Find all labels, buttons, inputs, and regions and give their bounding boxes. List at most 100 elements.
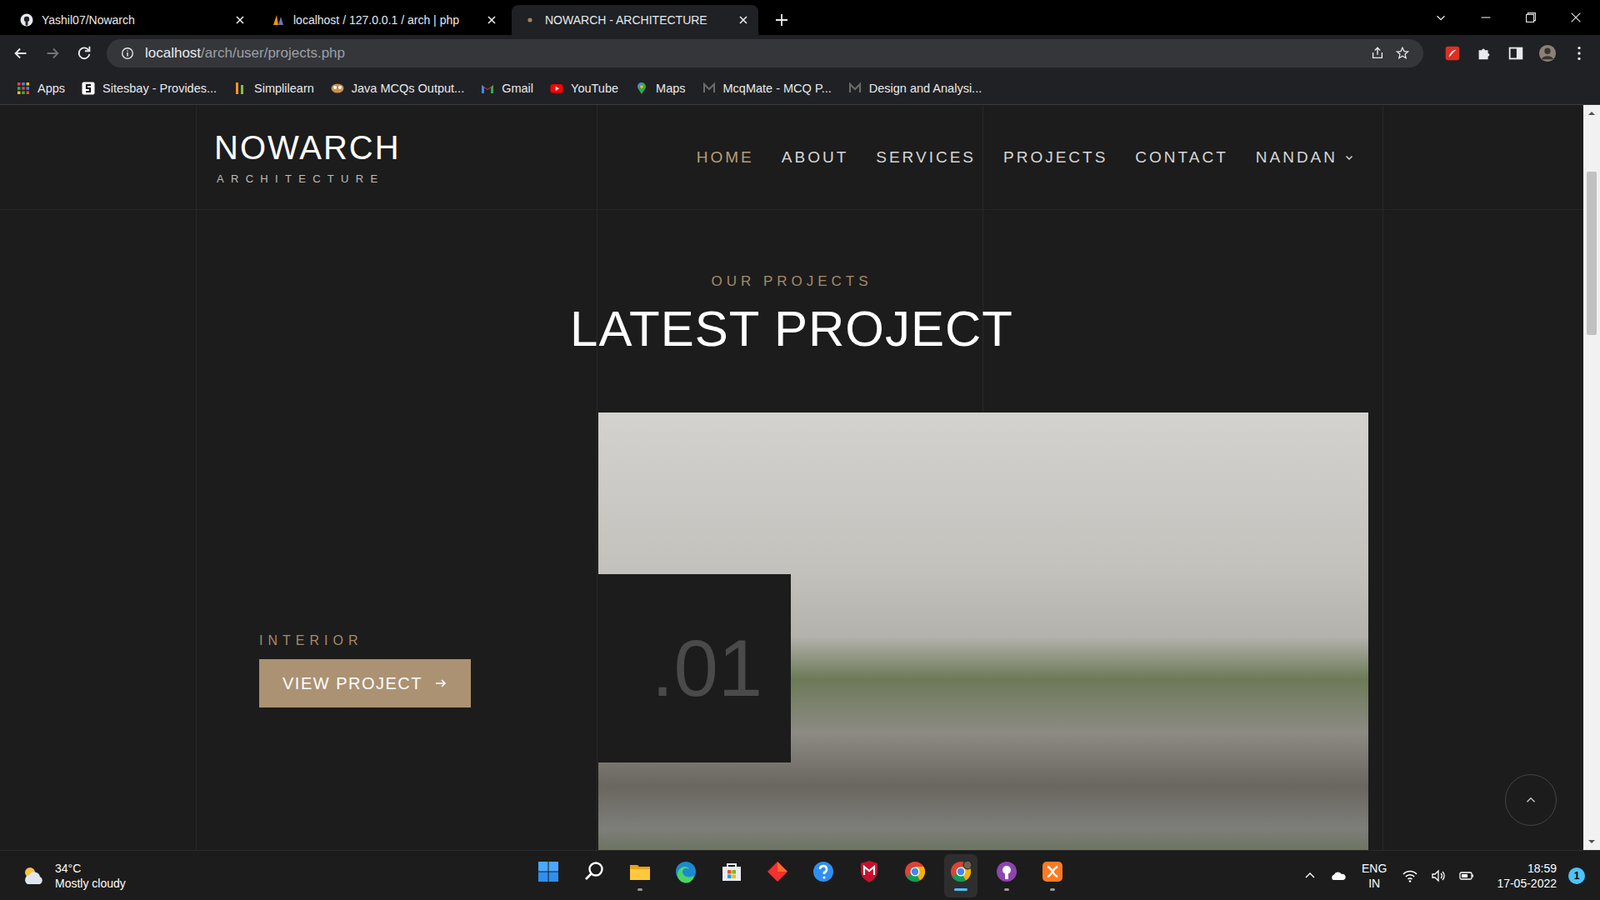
browser-tab[interactable]: Yashil07/Nowarch [8, 5, 255, 35]
windows-start-icon [536, 860, 560, 884]
sitesbay-icon [81, 81, 95, 95]
close-icon[interactable] [485, 13, 499, 27]
battery-icon[interactable] [1458, 867, 1475, 885]
system-tray: ENGIN 18:5917-05-2022 1 [1069, 860, 1600, 891]
nav-label: HOME [696, 148, 755, 167]
url-text: localhost/arch/user/projects.php [145, 45, 1360, 62]
project-row: INTERIOR VIEW PROJECT .01 [0, 412, 1584, 850]
reload-icon[interactable] [75, 44, 94, 63]
nav-link[interactable]: CONTACT [1135, 148, 1228, 167]
scroll-down-icon[interactable] [1583, 833, 1600, 850]
scroll-top-button[interactable] [1505, 774, 1557, 826]
page-dot-icon [523, 13, 537, 27]
bookmark[interactable]: Apps [16, 81, 65, 95]
running-indicator [1050, 888, 1055, 891]
nav-link[interactable]: HOME [696, 148, 755, 167]
nav-label: PROJECTS [1003, 148, 1108, 167]
close-icon[interactable] [233, 13, 247, 27]
site-logo[interactable]: NOWARCHARCHITECTURE [214, 130, 401, 185]
bookmark-label: Gmail [501, 81, 534, 95]
taskbar-app[interactable] [1035, 854, 1070, 898]
nav-link[interactable]: SERVICES [875, 148, 976, 167]
youtube-icon [550, 81, 564, 95]
taskbar-app[interactable] [715, 854, 749, 898]
bookmark[interactable]: Maps [635, 81, 685, 95]
taskbar-app[interactable] [669, 854, 703, 898]
bookmark-label: McqMate - MCQ P... [723, 81, 832, 95]
xampp-icon [1040, 860, 1065, 884]
browser-tab[interactable]: NOWARCH - ARCHITECTURE [511, 5, 759, 35]
bookmark[interactable]: McqMate - MCQ P... [702, 81, 832, 95]
chevron-down-icon[interactable] [1433, 10, 1449, 25]
close-icon[interactable] [736, 13, 750, 27]
share-icon[interactable] [1370, 45, 1385, 61]
minimize-icon[interactable] [1478, 10, 1494, 25]
scrollbar[interactable] [1583, 105, 1600, 850]
chevron-up-icon [1523, 792, 1539, 808]
taskbar-app[interactable] [852, 854, 886, 898]
profile-avatar-icon[interactable] [1538, 44, 1557, 63]
language-region: IN [1368, 875, 1380, 891]
mcafee-shield-icon [857, 860, 881, 884]
bookmark[interactable]: Design and Analysi... [848, 81, 982, 95]
scrollbar-thumb[interactable] [1586, 171, 1597, 335]
project-category: INTERIOR [259, 632, 363, 650]
tab-label: NOWARCH - ARCHITECTURE [545, 13, 708, 27]
close-icon[interactable] [1568, 10, 1584, 25]
nav-link[interactable]: NANDAN [1255, 148, 1355, 167]
chevron-down-icon [1344, 152, 1355, 163]
onedrive-cloud-icon[interactable] [1330, 867, 1347, 885]
address-bar[interactable]: localhost/arch/user/projects.php [106, 39, 1424, 68]
nav-link[interactable]: PROJECTS [1003, 148, 1108, 167]
logo-name: NOWARCH [214, 130, 401, 165]
taskbar-app[interactable] [898, 854, 932, 898]
tab-label: Yashil07/Nowarch [41, 13, 135, 27]
bookmark[interactable]: Gmail [480, 81, 534, 95]
clock[interactable]: 18:5917-05-2022 [1486, 860, 1557, 891]
chevron-up-icon[interactable] [1301, 867, 1319, 885]
taskbar-app[interactable] [623, 854, 657, 898]
taskbar-app[interactable] [944, 854, 978, 898]
weather-widget[interactable]: 34°CMostly cloudy [0, 860, 532, 891]
project-photo[interactable]: .01 [598, 412, 1369, 850]
taskbar-app[interactable] [760, 854, 795, 898]
scrollbar-track[interactable] [1583, 121, 1600, 834]
taskbar-app[interactable] [990, 854, 1024, 898]
taskbar-app[interactable] [577, 854, 611, 898]
menu-dots-icon[interactable] [1570, 44, 1589, 63]
bookmark[interactable]: Sitesbay - Provides... [81, 81, 217, 95]
scroll-up-icon[interactable] [1583, 105, 1600, 122]
side-panel-icon[interactable] [1506, 44, 1525, 63]
back-arrow-icon[interactable] [11, 44, 30, 63]
maps-pin-icon [635, 81, 649, 95]
mcqmate-icon [848, 81, 862, 95]
store-icon [720, 860, 744, 884]
tab-strip: Yashil07/Nowarch localhost / 127.0.0.1 / … [0, 0, 1600, 35]
weather-temperature: 34°C [55, 860, 126, 876]
bookmark[interactable]: Simplilearn [233, 81, 315, 95]
forward-arrow-icon[interactable] [43, 44, 62, 63]
wifi-icon[interactable] [1401, 867, 1419, 885]
language-indicator[interactable]: ENGIN [1358, 860, 1390, 891]
toolbar: localhost/arch/user/projects.php [0, 35, 1600, 72]
nav-link[interactable]: ABOUT [781, 148, 849, 167]
view-project-button[interactable]: VIEW PROJECT [259, 659, 471, 708]
browser-tab[interactable]: localhost / 127.0.0.1 / arch | php [260, 5, 507, 35]
restore-icon[interactable] [1523, 10, 1539, 25]
info-icon[interactable] [120, 45, 135, 61]
puzzle-icon[interactable] [1475, 44, 1494, 63]
project-info: INTERIOR VIEW PROJECT [0, 412, 599, 850]
taskbar-app[interactable] [531, 854, 565, 898]
taskbar-app[interactable] [806, 854, 840, 898]
bookmark[interactable]: YouTube [550, 81, 619, 95]
phpmyadmin-icon [271, 13, 285, 27]
pdf-extension-icon[interactable] [1443, 44, 1462, 63]
plus-icon[interactable] [773, 11, 790, 29]
running-indicator [954, 888, 968, 891]
nav-label: ABOUT [781, 148, 849, 167]
bookmark[interactable]: Java MCQs Output... [330, 81, 465, 95]
volume-icon[interactable] [1430, 867, 1447, 885]
star-icon[interactable] [1395, 45, 1410, 61]
notification-badge[interactable]: 1 [1568, 867, 1585, 885]
